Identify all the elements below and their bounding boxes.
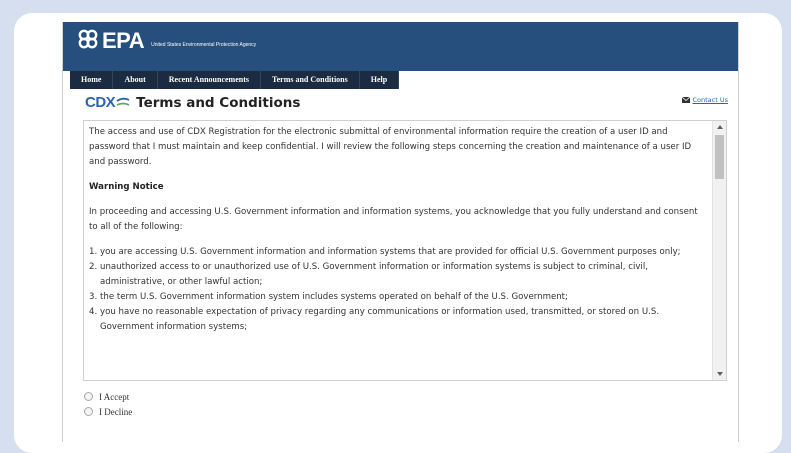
envelope-icon	[681, 97, 690, 103]
scroll-down-arrow-icon[interactable]	[713, 368, 726, 380]
list-item: 4. you have no reasonable expectation of …	[89, 307, 660, 332]
warning-heading: Warning Notice	[89, 182, 164, 192]
nav-item-recent-announcements[interactable]: Recent Announcements	[158, 71, 261, 89]
nav-item-terms-and-conditions[interactable]: Terms and Conditions	[261, 71, 360, 89]
nav-item-about[interactable]: About	[113, 71, 158, 89]
cdx-logo-text: CDX	[85, 94, 116, 111]
list-item: 3. the term U.S. Government information s…	[89, 292, 568, 302]
browser-page: EPA United States Environmental Protecti…	[62, 22, 739, 442]
accept-option[interactable]: I Accept	[84, 390, 132, 403]
epa-wordmark: EPA	[102, 28, 145, 53]
contact-us-link[interactable]: Contact Us	[681, 96, 729, 104]
decline-label: I Decline	[99, 406, 133, 417]
list-item: 1. you are accessing U.S. Government info…	[89, 247, 681, 257]
scroll-thumb[interactable]	[715, 135, 724, 179]
nav-item-help[interactable]: Help	[360, 71, 400, 89]
decline-radio[interactable]	[84, 407, 93, 416]
epa-header: EPA United States Environmental Protecti…	[63, 22, 738, 71]
cdx-swoosh-icon	[116, 97, 130, 106]
consent-paragraph: In proceeding and accessing U.S. Governm…	[89, 207, 698, 232]
epa-logo[interactable]: EPA United States Environmental Protecti…	[77, 30, 256, 52]
nav-item-home[interactable]: Home	[70, 71, 114, 89]
scroll-up-arrow-icon[interactable]	[713, 121, 726, 133]
terms-list: 1. you are accessing U.S. Government info…	[89, 245, 704, 335]
terms-textbox[interactable]: The access and use of CDX Registration f…	[83, 120, 727, 381]
decline-option[interactable]: I Decline	[84, 405, 132, 418]
page-title-bar: CDX Terms and Conditions	[85, 94, 300, 111]
list-item: 2. unauthorized access to or unauthorized…	[89, 262, 648, 287]
accept-decline-options: I Accept I Decline	[84, 390, 132, 420]
main-nav: Home About Recent Announcements Terms an…	[70, 71, 400, 89]
contact-us-label: Contact Us	[692, 96, 729, 104]
page-title: Terms and Conditions	[136, 94, 301, 111]
terms-intro: The access and use of CDX Registration f…	[89, 127, 692, 167]
terms-scrollbar[interactable]	[712, 121, 726, 380]
agency-name: United States Environmental Protection A…	[151, 42, 257, 48]
accept-radio[interactable]	[84, 392, 93, 401]
accept-label: I Accept	[99, 391, 130, 402]
epa-flower-icon	[78, 29, 98, 49]
terms-content: The access and use of CDX Registration f…	[89, 125, 704, 335]
cdx-logo: CDX	[85, 94, 130, 111]
